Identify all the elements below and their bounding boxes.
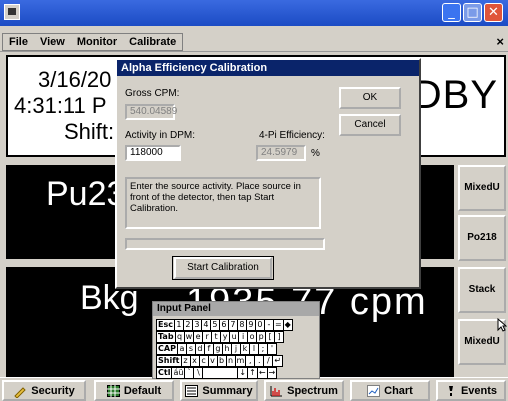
screen: _ □ ✕ File View Monitor Calibrate × 3/16… — [0, 0, 508, 401]
keyboard-row: Tab q w e r t y u i o p[] — [156, 331, 292, 343]
mouse-cursor-icon — [497, 318, 507, 332]
activity-label: Activity in DPM: — [125, 130, 196, 141]
keyboard-key[interactable]: Tab — [156, 331, 176, 343]
activity-input[interactable]: 118000 — [125, 145, 181, 161]
menu-calibrate[interactable]: Calibrate — [123, 34, 182, 50]
calibration-dialog: Alpha Efficiency Calibration Gross CPM: … — [115, 58, 421, 289]
efficiency-field: 24.5979 — [256, 145, 306, 161]
keyboard-row: Shift z x c v b n m,. / ↵ — [156, 355, 292, 367]
tab-summary[interactable]: Summary — [180, 380, 258, 401]
date-text: 3/16/20 — [38, 67, 112, 92]
grid-icon — [106, 384, 120, 397]
keyboard-row: CAP a s d f g h j k l; ' — [156, 343, 292, 355]
keyboard-key[interactable]: Shift — [156, 355, 182, 367]
keyboard-key[interactable] — [202, 367, 239, 379]
chart-icon — [367, 384, 381, 397]
tab-default[interactable]: Default — [94, 380, 174, 401]
keyboard-key[interactable]: Esc — [156, 319, 175, 331]
tab-chart-label: Chart — [384, 384, 413, 397]
events-icon — [448, 385, 453, 396]
tab-security-label: Security — [31, 384, 75, 397]
gross-cpm-field: 540.04589 — [125, 104, 177, 120]
efficiency-unit: % — [311, 148, 320, 159]
tab-events[interactable]: Events — [436, 380, 506, 401]
efficiency-label: 4-Pi Efficiency: — [259, 130, 325, 141]
time-text: 4:31:11 P — [14, 93, 107, 118]
side-button-mixedu-1[interactable]: MixedU — [458, 165, 506, 211]
tab-spectrum[interactable]: Spectrum — [264, 380, 344, 401]
tab-security[interactable]: Security — [2, 380, 86, 401]
keyboard-key[interactable]: ◆ — [282, 319, 293, 331]
tab-events-label: Events — [460, 384, 498, 397]
ok-button[interactable]: OK — [339, 87, 401, 109]
input-panel-title: Input Panel — [153, 302, 319, 316]
start-focus-frame: Start Calibration — [172, 256, 274, 280]
side-button-stack[interactable]: Stack — [458, 267, 506, 313]
tab-summary-label: Summary — [202, 384, 253, 397]
menu-view[interactable]: View — [34, 34, 71, 50]
input-panel: Input Panel Esc 1 2 3 4 5 6 7 8 9 0- = ◆ Tab q w e r t y u i o… — [152, 301, 320, 379]
bottom-tab-bar: Security Default Summary Spectrum Chart … — [0, 377, 508, 401]
keyboard-key[interactable]: CAP — [156, 343, 178, 355]
minimize-button[interactable]: _ — [442, 3, 461, 22]
keyboard-row: Esc 1 2 3 4 5 6 7 8 9 0- = ◆ — [156, 319, 293, 331]
keyboard-key[interactable]: ] — [274, 331, 285, 343]
cancel-button[interactable]: Cancel — [339, 114, 401, 136]
instruction-message: Enter the source activity. Place source … — [125, 177, 321, 229]
menu-list: File View Monitor Calibrate — [2, 33, 184, 51]
menu-bar: File View Monitor Calibrate × — [0, 33, 508, 52]
menu-monitor[interactable]: Monitor — [71, 34, 123, 50]
soft-keyboard: Esc 1 2 3 4 5 6 7 8 9 0- = ◆ Tab q w e r t y u i o p[] CAP a s d f g h… — [156, 319, 293, 379]
app-icon — [4, 4, 20, 20]
tab-default-label: Default — [123, 384, 162, 397]
keyboard-key[interactable]: ' — [266, 343, 277, 355]
window-titlebar[interactable]: _ □ ✕ — [0, 0, 508, 26]
gross-cpm-label: Gross CPM: — [125, 88, 180, 99]
calibration-progress — [125, 238, 325, 250]
shift-label: Shift: — [64, 119, 115, 144]
keyboard-row: Ctl áü ` \ ↓ ↑ ← → — [156, 367, 292, 379]
keyboard-key[interactable]: Ctl — [156, 367, 173, 379]
close-document-icon[interactable]: × — [496, 34, 504, 49]
close-window-button[interactable]: ✕ — [484, 3, 503, 22]
tab-chart[interactable]: Chart — [350, 380, 430, 401]
side-button-po218[interactable]: Po218 — [458, 215, 506, 261]
dialog-title: Alpha Efficiency Calibration — [117, 60, 419, 76]
tab-spectrum-label: Spectrum — [287, 384, 338, 397]
list-icon — [185, 384, 199, 397]
keyboard-key[interactable]: → — [266, 367, 278, 379]
menu-file[interactable]: File — [3, 34, 34, 50]
spectrum-icon — [270, 385, 283, 396]
pencil-key-icon — [14, 386, 26, 398]
maximize-button[interactable]: □ — [463, 3, 482, 22]
start-calibration-button[interactable]: Start Calibration — [174, 257, 272, 279]
keyboard-key[interactable]: ↵ — [272, 355, 284, 367]
keyboard-key[interactable]: áü — [171, 367, 186, 379]
